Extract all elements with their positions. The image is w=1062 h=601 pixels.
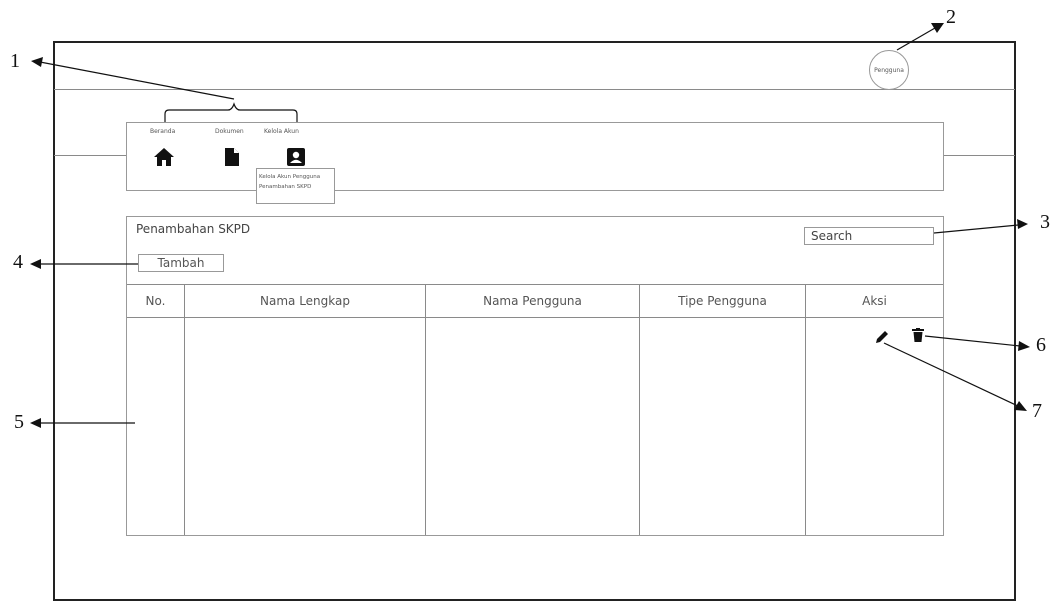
callout-3: 3: [1040, 211, 1050, 233]
callout-2: 2: [946, 6, 956, 28]
callout-1: 1: [10, 50, 20, 72]
callout-6: 6: [1036, 334, 1046, 356]
callout-7: 7: [1032, 400, 1042, 422]
callout-5: 5: [14, 411, 24, 433]
callout-4: 4: [13, 251, 23, 273]
annotation-arrows: [30, 23, 1030, 428]
